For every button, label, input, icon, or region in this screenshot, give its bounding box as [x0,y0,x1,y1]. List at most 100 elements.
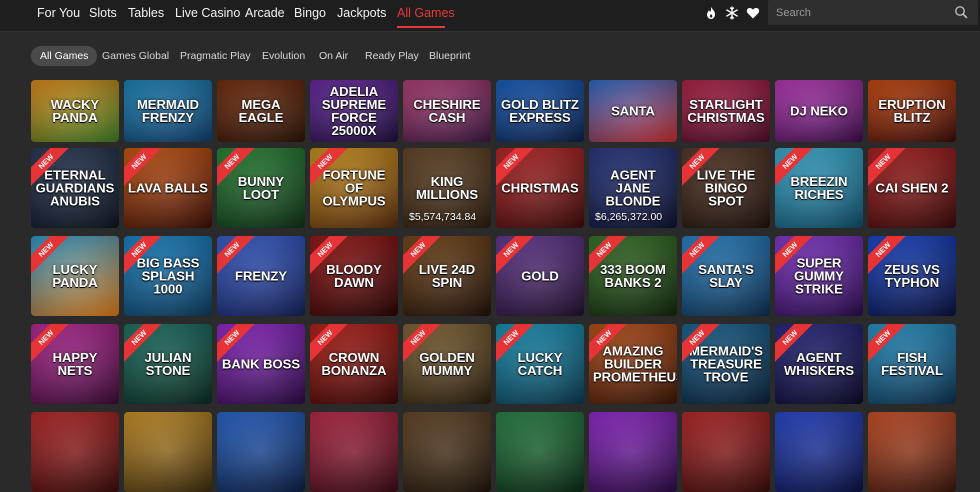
game-title: 333 Boom Banks 2 [600,262,666,290]
game-tile[interactable]: Agent Jane Blonde $6,265,372.00 [589,148,677,228]
nav-item-tables[interactable]: Tables [128,0,164,26]
game-title: Agent Jane Blonde [605,167,661,209]
game-tile[interactable]: Lucky Catch NEW [496,324,584,404]
nav-item-jackpots[interactable]: Jackpots [337,0,386,26]
game-tile[interactable]: Amazing Builder Prometheus NEW [589,324,677,404]
provider-tab-ready-play[interactable]: Ready Play [356,46,428,66]
game-tile[interactable]: Eternal Guardians Anubis NEW [31,148,119,228]
game-tile[interactable]: DJ Neko [775,80,863,142]
game-tile[interactable]: Live The Bingo Spot NEW [682,148,770,228]
game-tile[interactable]: Wacky Panda [31,80,119,142]
game-title: Mermaid's Treasure Trove [689,343,763,385]
game-tile[interactable] [403,412,491,492]
game-title: Santa's Slay [698,262,754,290]
game-title: Gold Blitz Express [501,97,579,125]
provider-tab-all-games[interactable]: All Games [31,46,98,66]
game-tile-shading [775,412,863,492]
game-tile[interactable]: Julian Stone NEW [124,324,212,404]
game-title: Julian Stone [144,350,192,378]
jackpot-amount: $5,574,734.84 [409,211,477,223]
game-tile[interactable]: Cheshire Cash [403,80,491,142]
game-tile[interactable]: Frenzy NEW [217,236,305,316]
provider-tab-pragmatic-play[interactable]: Pragmatic Play [171,46,260,66]
nav-item-all-games[interactable]: All Games [397,0,455,26]
heart-icon[interactable] [746,6,760,20]
game-tile[interactable]: Zeus vs Typhon NEW [868,236,956,316]
search-input[interactable] [768,0,948,25]
nav-item-slots[interactable]: Slots [89,0,117,26]
game-tile[interactable] [124,412,212,492]
nav-item-for-you[interactable]: For You [37,0,80,26]
game-tile[interactable]: Happy Nets NEW [31,324,119,404]
game-tile-shading [682,412,770,492]
game-tile[interactable]: Santa's Slay NEW [682,236,770,316]
provider-tab-games-global[interactable]: Games Global [93,46,178,66]
search-icon[interactable] [954,5,968,19]
game-tile[interactable]: Lava Balls NEW [124,148,212,228]
game-tile[interactable]: Fortune of Olympus NEW [310,148,398,228]
game-tile[interactable]: Mermaid Frenzy [124,80,212,142]
game-title: Eternal Guardians Anubis [35,167,115,209]
flame-icon[interactable] [704,6,718,20]
game-tile[interactable]: Santa [589,80,677,142]
game-title: Live 24D Spin [418,262,476,290]
game-tile[interactable]: Bank Boss NEW [217,324,305,404]
game-tile[interactable]: Super Gummy Strike NEW [775,236,863,316]
game-tile[interactable]: Christmas NEW [496,148,584,228]
game-tile[interactable]: Lucky Panda NEW [31,236,119,316]
game-tile[interactable]: Fish Festival NEW [868,324,956,404]
nav-item-arcade[interactable]: Arcade [245,0,285,26]
game-tile[interactable]: Gold NEW [496,236,584,316]
game-tile[interactable]: Agent Whiskers NEW [775,324,863,404]
game-tile-shading [496,412,584,492]
game-title: Zeus vs Typhon [884,262,940,290]
game-tile[interactable] [589,412,677,492]
game-title: Frenzy [235,268,287,284]
game-tile[interactable]: Golden Mummy NEW [403,324,491,404]
game-tile[interactable]: Mega Eagle [217,80,305,142]
game-title: Bank Boss [221,356,300,372]
nav-item-live-casino[interactable]: Live Casino [175,0,240,26]
jackpot-amount: $6,265,372.00 [595,211,663,223]
provider-tab-on-air[interactable]: On Air [310,46,357,66]
game-tile[interactable] [31,412,119,492]
provider-tab-evolution[interactable]: Evolution [253,46,314,66]
game-tile[interactable]: Bloody Dawn NEW [310,236,398,316]
game-tile[interactable]: Breezin Riches NEW [775,148,863,228]
provider-tab-blueprint[interactable]: Blueprint [420,46,479,66]
game-tile[interactable]: Big Bass Splash 1000 NEW [124,236,212,316]
game-tile[interactable]: Mermaid's Treasure Trove NEW [682,324,770,404]
game-tile[interactable]: Gold Blitz Express [496,80,584,142]
nav-item-bingo[interactable]: Bingo [294,0,326,26]
game-title: Bloody Dawn [326,262,382,290]
game-tile[interactable]: Eruption Blitz [868,80,956,142]
game-tile[interactable]: Starlight Christmas [682,80,770,142]
snowflake-icon[interactable] [725,6,739,20]
game-tile[interactable] [217,412,305,492]
provider-filter-bar: All Games Games Global Pragmatic Play Ev… [0,36,980,76]
game-title: Golden Mummy [419,350,475,378]
game-title: King Millions [415,174,479,202]
game-tile[interactable]: Bunny Loot NEW [217,148,305,228]
game-tile[interactable]: Adelia Supreme Force 25000x [310,80,398,142]
game-tile[interactable]: Crown Bonanza NEW [310,324,398,404]
game-title: Crown Bonanza [321,350,387,378]
game-title: Mega Eagle [238,97,284,125]
game-tile[interactable] [496,412,584,492]
game-tile[interactable]: Live 24D Spin NEW [403,236,491,316]
game-title: Fish Festival [881,350,943,378]
game-tile[interactable]: King Millions $5,574,734.84 [403,148,491,228]
game-tile[interactable]: 333 Boom Banks 2 NEW [589,236,677,316]
game-tile[interactable] [868,412,956,492]
game-tile-shading [868,412,956,492]
game-tile[interactable] [775,412,863,492]
game-tile[interactable] [310,412,398,492]
game-title: Lucky Catch [517,350,563,378]
top-nav: For You Slots Tables Live Casino Arcade … [0,0,980,32]
game-tile[interactable] [682,412,770,492]
game-grid: Wacky Panda Mermaid Frenzy Mega Eagle Adeli… [31,80,961,492]
game-title: Christmas [501,180,579,196]
game-title: DJ Neko [790,103,848,119]
game-tile[interactable]: Cai Shen 2 NEW [868,148,956,228]
game-title: Fortune of Olympus [322,167,386,209]
